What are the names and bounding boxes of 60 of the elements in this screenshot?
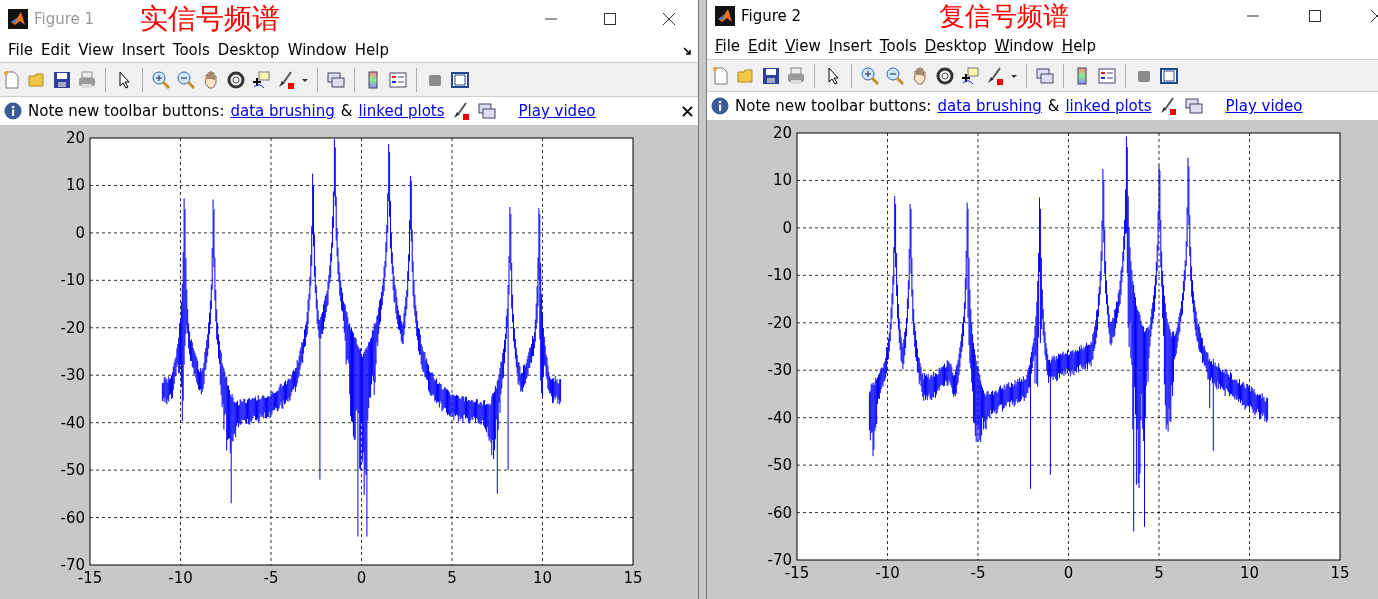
menu-item[interactable]: View [74, 41, 118, 59]
info-text: Note new toolbar buttons: [735, 97, 932, 115]
menu-item[interactable]: Insert [117, 41, 169, 59]
window-title: Figure 2 [741, 7, 802, 25]
y-tick-label: -20 [60, 318, 85, 337]
menu-item[interactable]: Tools [875, 36, 921, 55]
y-tick-label: 20 [65, 129, 85, 147]
x-tick-label: -5 [263, 569, 279, 587]
menu-item[interactable]: Tools [168, 41, 214, 59]
y-tick-label: -40 [767, 408, 792, 427]
y-tick-label: 20 [772, 124, 792, 142]
menu-item[interactable]: File [4, 41, 38, 59]
ampersand-text: & [340, 102, 353, 120]
y-tick-label: -30 [767, 361, 792, 380]
x-tick-label: 15 [623, 569, 643, 587]
x-tick-label: 0 [356, 569, 367, 587]
menu-item[interactable]: Desktop [213, 41, 284, 59]
ampersand-text: & [1047, 97, 1060, 115]
x-tick-label: 5 [447, 569, 457, 587]
y-tick-label: 10 [65, 176, 85, 195]
menu-item[interactable]: Window [990, 36, 1058, 55]
menu-item[interactable]: Desktop [920, 36, 991, 55]
y-tick-label: 0 [75, 223, 85, 242]
annotation-text: 实信号频谱 [140, 5, 280, 33]
y-tick-label: -60 [60, 508, 85, 527]
x-tick-label: 15 [1330, 564, 1350, 582]
menu-item[interactable]: File [711, 36, 745, 55]
linked-plots-link[interactable]: linked plots [358, 102, 445, 120]
x-tick-label: 5 [1154, 564, 1164, 582]
y-tick-label: 10 [772, 171, 792, 190]
x-tick-label: -5 [970, 564, 986, 582]
y-tick-label: -50 [767, 456, 792, 475]
y-tick-label: -10 [767, 266, 792, 285]
menu-item[interactable]: View [781, 36, 825, 55]
y-tick-label: -20 [767, 313, 792, 332]
menu-item[interactable]: Edit [37, 41, 75, 59]
menu-item[interactable]: Edit [744, 36, 782, 55]
data-brushing-link[interactable]: data brushing [230, 102, 335, 120]
annotation-text: 复信号频谱 [939, 3, 1069, 29]
y-tick-label: -60 [767, 503, 792, 522]
y-tick-label: -30 [60, 366, 85, 385]
x-tick-label: 0 [1063, 564, 1074, 582]
data-brushing-link[interactable]: data brushing [937, 97, 1042, 115]
play-video-link[interactable]: Play video [1225, 97, 1303, 115]
menu-item[interactable]: Window [283, 41, 351, 59]
menu-item[interactable]: Help [350, 41, 393, 59]
menu-item[interactable]: Insert [824, 36, 876, 55]
x-tick-label: -10 [875, 564, 900, 582]
menu-item[interactable]: Help [1057, 36, 1101, 55]
x-tick-label: 10 [1239, 564, 1260, 582]
y-tick-label: -50 [60, 461, 85, 480]
window-title: Figure 1 [34, 10, 95, 28]
x-tick-label: -10 [168, 569, 193, 587]
play-video-link[interactable]: Play video [518, 102, 596, 120]
x-tick-label: 10 [532, 569, 553, 587]
linked-plots-link[interactable]: linked plots [1065, 97, 1152, 115]
info-text: Note new toolbar buttons: [28, 102, 225, 120]
y-tick-label: -10 [60, 271, 85, 290]
y-tick-label: -40 [60, 413, 85, 432]
y-tick-label: 0 [782, 218, 792, 237]
